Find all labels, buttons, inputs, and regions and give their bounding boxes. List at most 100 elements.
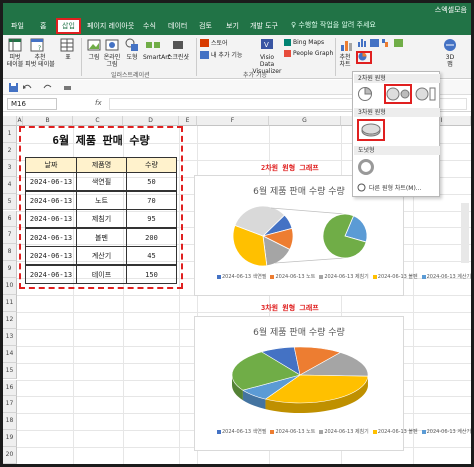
row-header-14[interactable]: 14 — [3, 345, 17, 363]
save-icon[interactable] — [9, 83, 18, 92]
more-pie-charts-link[interactable]: 다른 원형 차트(M)... — [369, 183, 422, 192]
map-chart-icon[interactable] — [394, 39, 403, 47]
column-header-e[interactable]: E — [179, 116, 197, 126]
fx-icon[interactable]: fx — [95, 99, 102, 107]
screenshot-button[interactable]: 스크린샷 — [166, 54, 190, 61]
picture-button[interactable]: 그림 — [87, 54, 101, 61]
row-header-8[interactable]: 8 — [3, 244, 17, 262]
tab-review[interactable]: 검토 — [199, 20, 212, 32]
row-header-12[interactable]: 12 — [3, 311, 17, 329]
legend-swatch — [421, 429, 426, 434]
legend-swatch — [270, 274, 275, 279]
tab-home[interactable]: 홈 — [40, 20, 46, 32]
bar-of-pie-option-icon[interactable] — [415, 86, 437, 102]
my-addins-button[interactable]: 내 추가 기능 — [211, 52, 242, 59]
row-header-18[interactable]: 18 — [3, 413, 17, 431]
row-header-11[interactable]: 11 — [3, 295, 17, 312]
3d-map-icon[interactable] — [443, 38, 457, 52]
row-header-16[interactable]: 16 — [3, 379, 17, 397]
legend-entry: 2024-06-13 노트 — [270, 273, 315, 281]
shapes-button[interactable]: 도형 — [125, 54, 139, 61]
pie-chart-dropdown: 2차원 원형 3차원 원형 도넛형 다른 원형 차트(M)... — [352, 71, 440, 197]
row-header-9[interactable]: 9 — [3, 261, 17, 279]
tab-insert[interactable]: 삽입 — [56, 18, 81, 34]
my-addins-icon — [200, 51, 209, 59]
people-graph-button[interactable]: People Graph — [293, 50, 333, 57]
legend-entry: 2024-06-13 색연필 — [217, 428, 266, 436]
hierarchy-chart-icon[interactable] — [370, 39, 379, 47]
row-header-15[interactable]: 15 — [3, 362, 17, 380]
chart-3d-plot — [231, 346, 369, 413]
undo-icon[interactable] — [23, 83, 32, 92]
smartart-button[interactable]: SmartArt — [143, 54, 170, 61]
column-header-f[interactable]: F — [197, 116, 269, 126]
print-icon[interactable] — [63, 83, 72, 92]
tab-view[interactable]: 보기 — [226, 20, 239, 32]
pivot-table-button[interactable]: 피벗 테이블 — [5, 54, 25, 68]
table-icon[interactable] — [60, 38, 74, 52]
row-header-5[interactable]: 5 — [3, 193, 17, 211]
row-header-3[interactable]: 3 — [3, 159, 17, 177]
row-header-13[interactable]: 13 — [3, 328, 17, 346]
visio-icon[interactable]: V — [260, 38, 274, 50]
connector-line — [274, 257, 346, 264]
column-header-d[interactable]: D — [123, 116, 179, 126]
legend-swatch — [372, 429, 377, 434]
row-header-1[interactable]: 1 — [3, 126, 17, 143]
table-button[interactable]: 표 — [63, 54, 73, 61]
svg-text:?: ? — [38, 45, 41, 52]
recommended-chart-button[interactable]: 추천 차트 — [336, 54, 354, 68]
pie-2d-option-icon[interactable] — [357, 86, 373, 102]
pie-of-pie-highlight — [384, 84, 412, 104]
row-header-19[interactable]: 19 — [3, 430, 17, 448]
online-picture-button[interactable]: 온라인 그림 — [103, 54, 121, 68]
people-graph-icon — [284, 50, 291, 57]
row-header-17[interactable]: 17 — [3, 396, 17, 414]
excel-window: 스엑셀모음 파일 홈 삽입 페이지 레이아웃 수식 데이터 검토 보기 개발 도… — [3, 3, 471, 464]
row-header-2[interactable]: 2 — [3, 142, 17, 160]
ribbon-separator — [81, 38, 82, 76]
waterfall-chart-icon[interactable] — [382, 39, 391, 47]
tab-file[interactable]: 파일 — [11, 20, 24, 32]
picture-icon[interactable] — [87, 38, 101, 52]
online-picture-icon[interactable] — [105, 38, 119, 52]
ribbon-tabs: 파일 홈 삽입 페이지 레이아웃 수식 데이터 검토 보기 개발 도구 ♀ 수행… — [3, 17, 471, 35]
tell-me-search[interactable]: ♀ 수행할 작업을 알려 주세요 — [291, 20, 376, 30]
bing-maps-button[interactable]: Bing Maps — [293, 39, 324, 46]
row-header-20[interactable]: 20 — [3, 447, 17, 464]
vertical-scrollbar[interactable] — [461, 203, 469, 263]
dropdown-section-3d: 3차원 원형 — [354, 108, 440, 117]
row-header-4[interactable]: 4 — [3, 176, 17, 194]
grid-line — [17, 311, 471, 313]
column-header-c[interactable]: C — [73, 116, 123, 126]
donut-option-icon[interactable] — [358, 159, 374, 175]
tab-page-layout[interactable]: 페이지 레이아웃 — [87, 20, 134, 32]
smartart-icon[interactable] — [145, 38, 161, 52]
tab-data[interactable]: 데이터 — [168, 20, 187, 32]
chart-3d-legend: 2024-06-13 색연필 2024-06-13 노트 2024-06-13 제침… — [217, 428, 471, 436]
select-all-corner[interactable] — [3, 116, 17, 126]
legend-entry: 2024-06-13 볼펜 — [372, 273, 418, 281]
row-header-6[interactable]: 6 — [3, 210, 17, 228]
row-header-10[interactable]: 10 — [3, 278, 17, 295]
column-chart-icon[interactable] — [358, 39, 367, 47]
legend-entry: 2024-06-13 볼펜 — [372, 428, 418, 436]
recommended-chart-icon[interactable] — [339, 38, 353, 52]
chart-3d-pie[interactable]: 6월 제품 판매 수량 수량 2024-06-13 색연필 2024-06-13 … — [194, 316, 471, 451]
store-button[interactable]: 스토어 — [211, 40, 228, 47]
redo-icon[interactable] — [43, 83, 52, 92]
shapes-icon[interactable] — [125, 38, 139, 52]
tab-developer[interactable]: 개발 도구 — [250, 20, 278, 32]
row-header-7[interactable]: 7 — [3, 227, 17, 245]
recommended-pivot-icon[interactable]: ? — [30, 38, 44, 52]
column-header-b[interactable]: B — [23, 116, 73, 126]
screenshot-icon[interactable] — [173, 41, 183, 49]
3d-map-button[interactable]: 3D 맵 — [441, 54, 459, 68]
name-box[interactable]: M16 — [7, 98, 57, 110]
tab-formulas[interactable]: 수식 — [143, 20, 156, 32]
dropdown-section-donut: 도넛형 — [354, 146, 440, 155]
pivot-table-icon[interactable] — [8, 38, 22, 52]
recommended-pivot-button[interactable]: 추천 피벗 테이블 — [25, 54, 55, 68]
column-header-g[interactable]: G — [269, 116, 341, 126]
legend-swatch — [217, 429, 221, 434]
